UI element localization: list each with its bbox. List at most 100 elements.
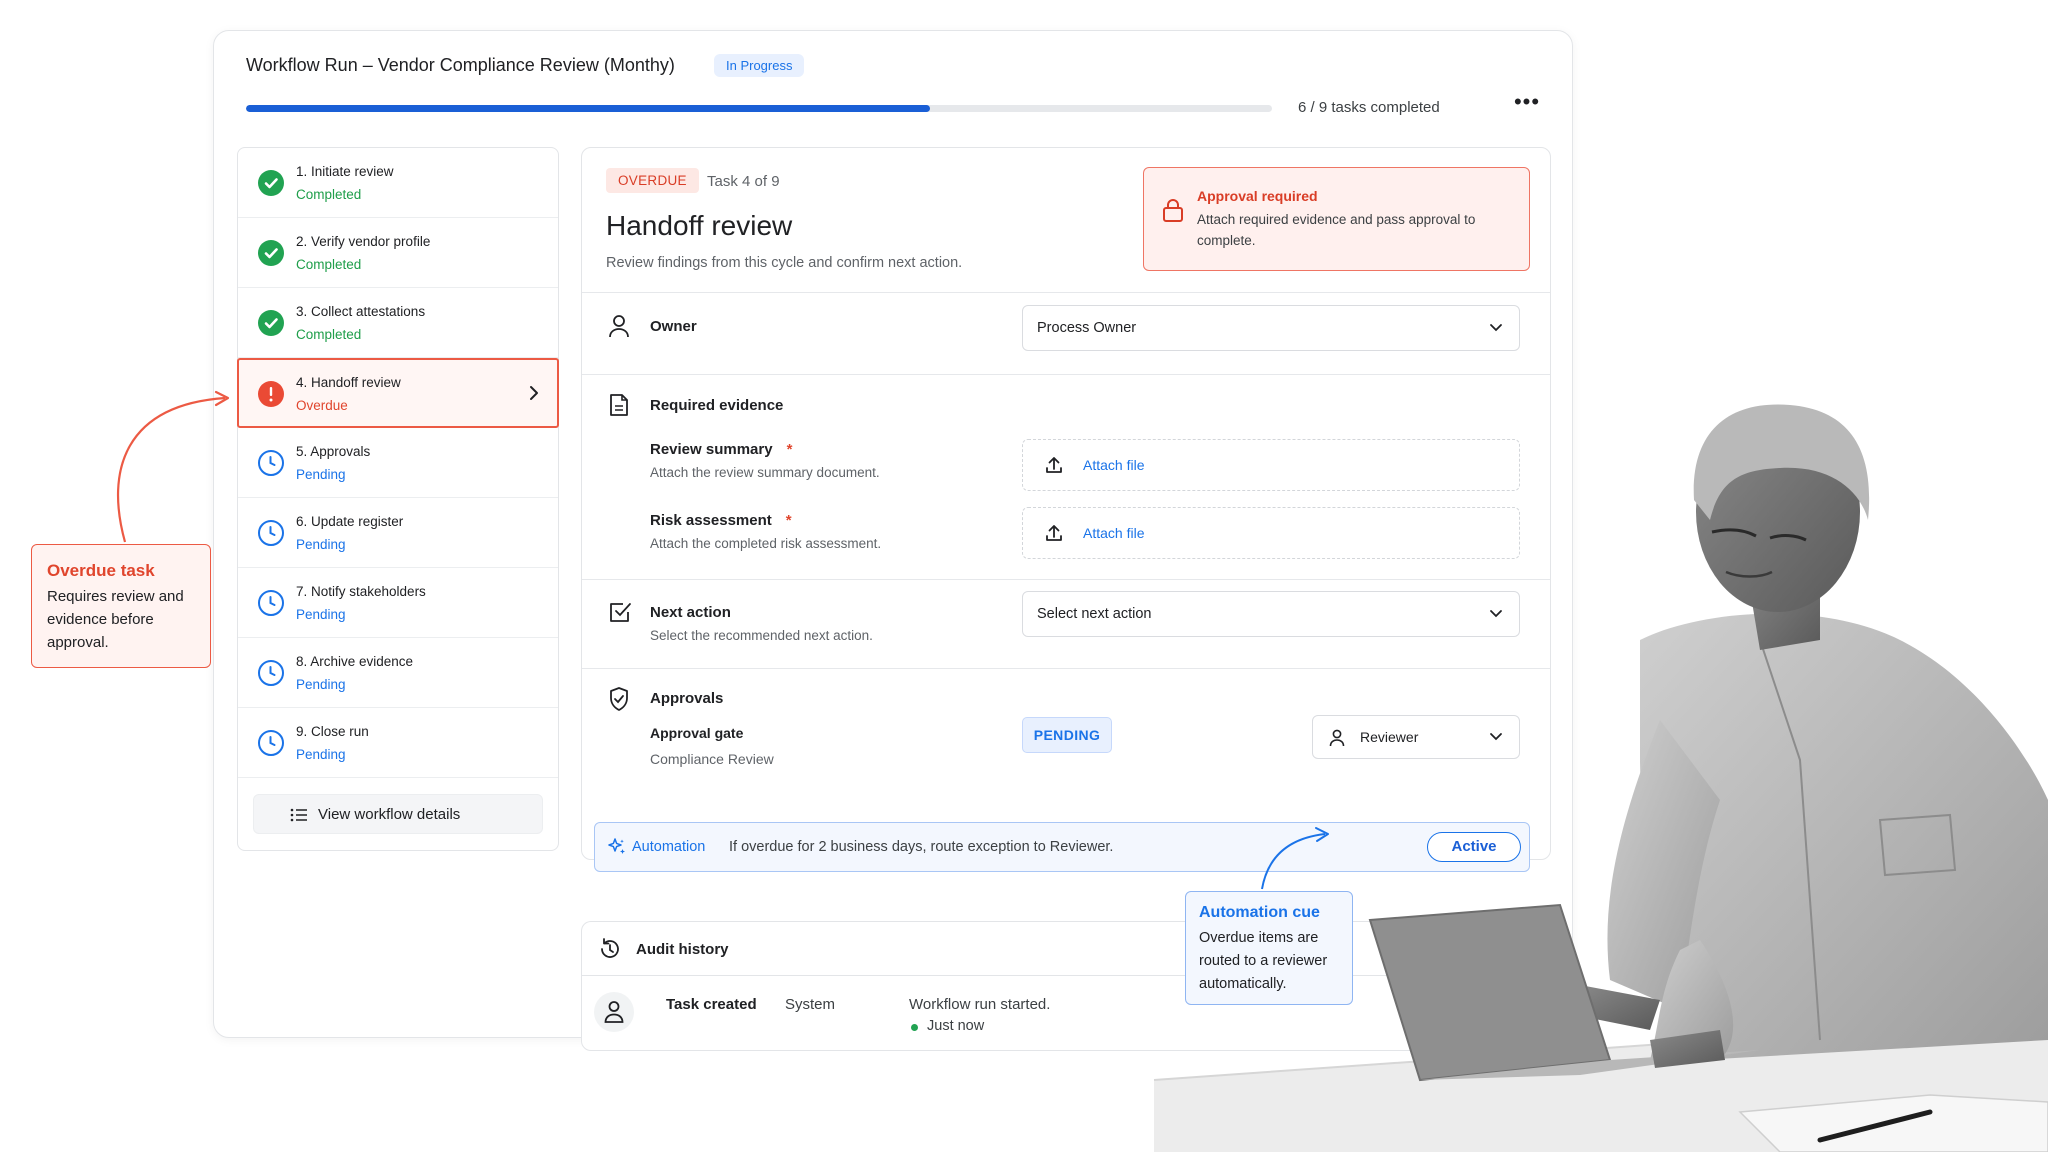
next-action-sub: Select the recommended next action. xyxy=(650,628,873,643)
next-action-select[interactable]: Select next action xyxy=(1022,591,1520,637)
view-details-label: View workflow details xyxy=(318,806,461,823)
clock-icon xyxy=(258,450,284,476)
divider xyxy=(582,292,1550,293)
check-circle-icon xyxy=(258,240,284,266)
check-circle-icon xyxy=(258,310,284,336)
pen xyxy=(1817,1109,1933,1143)
evidence-item-sub: Attach the review summary document. xyxy=(650,465,880,480)
step-status: Pending xyxy=(296,467,346,482)
chevron-down-icon xyxy=(1490,733,1502,741)
divider xyxy=(582,374,1550,375)
workflow-window: Workflow Run – Vendor Compliance Review … xyxy=(213,30,1573,1051)
status-dot xyxy=(911,1024,918,1031)
evidence-item-title: Risk assessment * xyxy=(650,512,792,529)
owner-label: Owner xyxy=(650,318,697,335)
step-label: 5. Approvals xyxy=(296,444,371,459)
document-icon xyxy=(610,394,628,416)
sidebar-step-3[interactable]: 3. Collect attestations Completed xyxy=(238,288,558,358)
person-icon xyxy=(1329,729,1345,747)
hair xyxy=(1693,404,1870,520)
attach-review-summary-button[interactable]: Attach file xyxy=(1022,439,1520,491)
automation-active-toggle[interactable]: Active xyxy=(1427,832,1521,862)
attach-label: Attach file xyxy=(1083,525,1145,541)
step-label: 3. Collect attestations xyxy=(296,304,426,319)
chevron-right-icon xyxy=(530,386,538,400)
window-title: Workflow Run – Vendor Compliance Review … xyxy=(246,55,675,75)
clock-icon xyxy=(258,520,284,546)
sidebar-step-1[interactable]: 1. Initiate review Completed xyxy=(238,148,558,218)
task-title: Handoff review xyxy=(606,210,793,241)
avatar xyxy=(594,992,634,1032)
shirt xyxy=(1640,613,2048,1060)
history-icon xyxy=(601,938,619,958)
step-status: Completed xyxy=(296,327,362,342)
list-icon xyxy=(290,808,307,822)
sparkle-icon xyxy=(608,838,625,854)
owner-select[interactable]: Process Owner xyxy=(1022,305,1520,351)
step-status: Pending xyxy=(296,537,346,552)
callout-text: Overdue items are routed to a reviewer a… xyxy=(1199,930,1328,992)
step-status: Pending xyxy=(296,677,346,692)
more-options-button[interactable]: ••• xyxy=(1510,91,1544,117)
approvals-title: Approvals xyxy=(650,690,724,707)
automation-cue-callout: Automation cue Overdue items are routed … xyxy=(1185,891,1353,1005)
evidence-item-title: Review summary * xyxy=(650,441,793,458)
head xyxy=(1696,412,1860,612)
notebook xyxy=(1738,1094,2048,1152)
upload-icon xyxy=(1046,457,1062,473)
overdue-arrow xyxy=(117,396,226,543)
alert-text: Attach required evidence and pass approv… xyxy=(1197,212,1476,248)
status-badge: In Progress xyxy=(714,54,805,77)
audit-time: Just now xyxy=(927,1018,985,1034)
sidebar-step-2[interactable]: 2. Verify vendor profile Completed xyxy=(238,218,558,288)
audit-header[interactable]: Audit history xyxy=(581,921,1551,975)
attach-label: Attach file xyxy=(1083,457,1145,473)
reviewer-select[interactable]: Reviewer xyxy=(1312,715,1520,759)
alert-circle-icon xyxy=(258,381,284,407)
step-label: 8. Archive evidence xyxy=(296,654,414,669)
task-description: Review findings from this cycle and conf… xyxy=(606,255,963,271)
automation-label: Automation xyxy=(632,839,706,855)
lock-icon xyxy=(1163,199,1183,222)
evidence-title: Required evidence xyxy=(650,397,784,414)
approval-gate-sub: Compliance Review xyxy=(650,751,774,767)
audit-actor: System xyxy=(785,996,836,1013)
step-status: Pending xyxy=(296,607,346,622)
upload-icon xyxy=(1046,525,1062,541)
sidebar-step-6[interactable]: 6. Update register Pending xyxy=(238,498,558,568)
approval-status-badge: PENDING xyxy=(1022,717,1112,753)
task-position: Task 4 of 9 xyxy=(707,173,780,190)
sidebar-step-7[interactable]: 7. Notify stakeholders Pending xyxy=(238,568,558,638)
step-label: 1. Initiate review xyxy=(296,164,394,179)
audit-title: Audit history xyxy=(636,941,729,958)
automation-rule: Automation If overdue for 2 business day… xyxy=(594,822,1530,872)
approval-required-alert: Approval required Attach required eviden… xyxy=(1143,167,1530,271)
step-status: Completed xyxy=(296,187,362,202)
evidence-item-sub: Attach the completed risk assessment. xyxy=(650,536,882,551)
step-label: 2. Verify vendor profile xyxy=(296,234,431,249)
view-workflow-details-button[interactable]: View workflow details xyxy=(253,794,543,834)
clock-icon xyxy=(258,590,284,616)
audit-row: Task created System Workflow run started… xyxy=(581,975,1551,1051)
callout-title: Automation cue xyxy=(1199,904,1320,921)
sidebar-step-5[interactable]: 5. Approvals Pending xyxy=(238,428,558,498)
step-label: 6. Update register xyxy=(296,514,404,529)
shield-icon xyxy=(610,687,628,711)
step-status: Pending xyxy=(296,747,346,762)
audit-event: Task created xyxy=(666,996,757,1013)
sidebar-step-8[interactable]: 8. Archive evidence Pending xyxy=(238,638,558,708)
person-icon xyxy=(604,1001,624,1023)
automation-text: If overdue for 2 business days, route ex… xyxy=(729,839,1114,855)
divider xyxy=(582,668,1550,669)
alert-title: Approval required xyxy=(1197,188,1318,204)
owner-value: Process Owner xyxy=(1037,320,1137,336)
sidebar-step-9[interactable]: 9. Close run Pending xyxy=(238,708,558,778)
overdue-task-callout: Overdue task Requires review and evidenc… xyxy=(31,544,211,668)
step-label: 9. Close run xyxy=(296,724,369,739)
chevron-down-icon xyxy=(1490,324,1502,332)
progress-fill xyxy=(246,105,931,112)
shirt-pocket xyxy=(1878,813,1957,877)
sidebar-step-4[interactable]: 4. Handoff review Overdue xyxy=(237,358,559,428)
audit-detail: Workflow run started. xyxy=(909,996,1051,1013)
attach-risk-assessment-button[interactable]: Attach file xyxy=(1022,507,1520,559)
